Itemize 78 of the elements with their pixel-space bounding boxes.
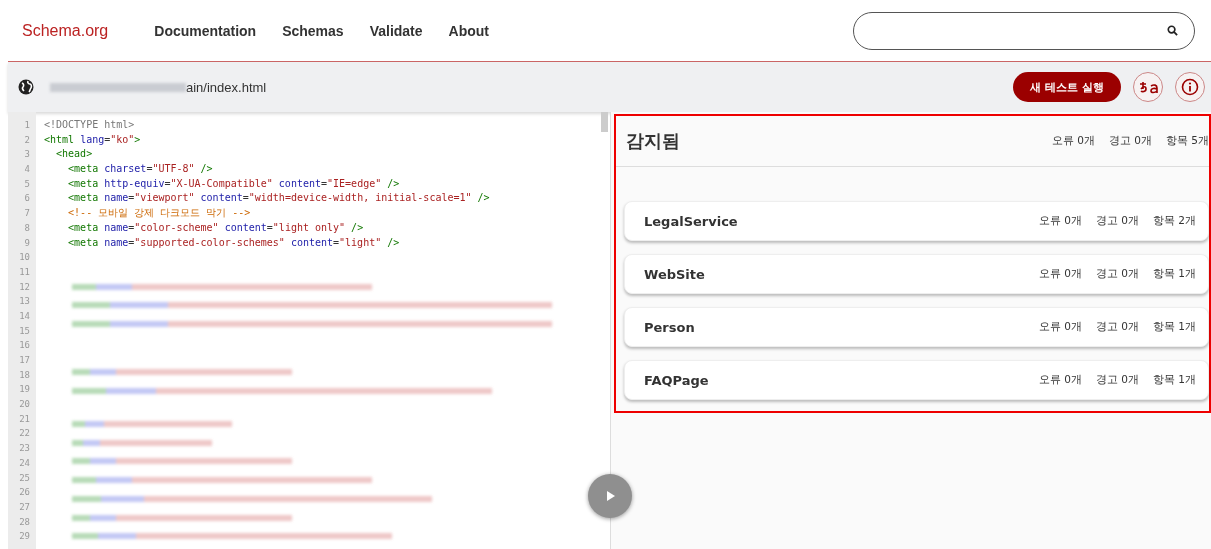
item-count: 오류 0개 [1038,373,1082,387]
line-number: 9 [23,236,31,250]
line-number: 22 [18,427,31,441]
code-line: <head> [55,147,93,162]
line-number: 4 [23,163,31,177]
code-line: <meta name="viewport" content="width=device-width, initial-scale=1" /> [67,191,490,206]
line-number: 28 [18,515,31,529]
type-name: Person [644,319,695,335]
line-number: 24 [18,456,31,470]
line-number: 17 [18,354,31,367]
run-test-button[interactable]: 새 테스트 실행 [1013,72,1121,102]
result-card[interactable]: WebSite 오류 0개 경고 0개 항목 1개 [624,254,1209,294]
item-count: 경고 0개 [1095,267,1139,281]
info-icon [1181,78,1199,96]
url-text: ain/index.html [186,79,267,95]
line-number: 3 [23,148,31,162]
line-number: 25 [18,471,31,485]
character-icon [1138,80,1158,94]
font-size-button[interactable] [1133,72,1163,102]
line-number: 18 [18,368,31,382]
line-number: 26 [18,486,31,500]
line-number: 13 [18,295,31,309]
item-count: 경고 0개 [1095,373,1139,387]
item-count: 항목 1개 [1152,320,1196,334]
type-name: FAQPage [644,372,709,388]
scrollbar-thumb[interactable] [601,112,608,132]
line-number: 21 [18,412,31,426]
play-icon [604,490,616,502]
code-line: <meta http-equiv="X-UA-Compatible" content="IE=edge" /> [67,176,400,191]
line-number: 19 [18,383,31,397]
nav-link[interactable]: Documentation [154,22,257,39]
item-count: 오류 0개 [1038,267,1082,281]
item-count: 항목 1개 [1152,267,1196,281]
line-number: 8 [23,221,31,235]
code-line: <meta name="supported-color-schemes" content="light" /> [67,235,400,250]
line-number: 2 [23,133,31,147]
line-number: 15 [18,324,31,338]
line-number: 29 [18,530,31,544]
line-number: 11 [18,265,31,279]
result-card[interactable]: FAQPage 오류 0개 경고 0개 항목 1개 [624,360,1209,400]
line-number: 16 [18,339,31,353]
line-number: 1 [23,119,31,132]
type-name: WebSite [644,266,705,282]
item-count: 경고 0개 [1095,214,1139,228]
line-number: 5 [23,177,31,191]
line-number: 12 [18,280,31,294]
line-number: 23 [18,442,31,456]
item-count: 오류 0개 [1038,320,1082,334]
result-card[interactable]: Person 오류 0개 경고 0개 항목 1개 [624,307,1209,347]
globe-icon [18,79,34,95]
item-count: 항목 1개 [1152,373,1196,387]
summary-count: 경고 0개 [1108,134,1152,148]
result-card[interactable]: LegalService 오류 0개 경고 0개 항목 2개 [624,201,1209,241]
code-line: <meta name="color-scheme" content="light only" /> [67,220,364,235]
item-count: 경고 0개 [1095,320,1139,334]
item-count: 오류 0개 [1038,214,1082,228]
play-button[interactable] [588,474,632,518]
nav-link[interactable]: Schemas [282,22,344,39]
line-number: 14 [18,309,31,323]
code-line: <html lang="ko"> [44,132,141,147]
type-name: LegalService [644,213,738,229]
line-number: 10 [18,251,31,265]
search-icon [1167,25,1178,36]
nav-link[interactable]: About [448,22,489,39]
code-line: <!DOCTYPE html> [44,118,135,132]
item-count: 항목 2개 [1152,214,1196,228]
code-line: <!-- 모바일 강제 다크모드 막기 --> [67,206,251,221]
code-line: <meta charset="UTF-8" /> [67,162,213,177]
line-number: 6 [23,192,31,206]
site-logo[interactable]: Schema.org [22,21,109,40]
line-number: 27 [18,500,31,514]
summary-count: 항목 5개 [1165,134,1209,148]
summary-count: 오류 0개 [1051,134,1095,148]
results-title: 감지됨 [626,129,680,153]
line-number: 20 [18,398,31,412]
info-button[interactable] [1175,72,1205,102]
line-number: 7 [23,207,31,221]
nav-link[interactable]: Validate [369,22,423,39]
